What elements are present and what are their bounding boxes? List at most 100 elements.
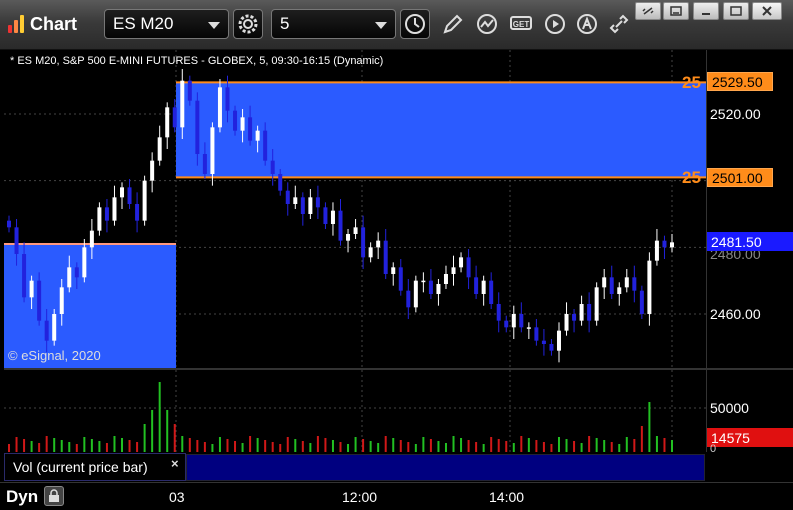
close-button[interactable] <box>752 2 782 20</box>
minimize-icon[interactable] <box>669 5 683 17</box>
price-axis[interactable]: 2529.50 2520.00 2501.00 2480.00 2481.50 … <box>706 50 793 368</box>
alert-icon[interactable] <box>575 12 599 36</box>
restore-icon[interactable] <box>699 5 713 17</box>
symbol-combobox[interactable]: ES M20 <box>104 9 229 39</box>
settings-button[interactable] <box>233 9 263 39</box>
alert-button[interactable] <box>572 9 602 39</box>
chart-toolbar: Chart ES M20 5 GET <box>0 0 793 50</box>
level-price-badge-upper: 2529.50 <box>707 72 773 91</box>
app-title: Chart <box>8 12 77 36</box>
minimize-button[interactable] <box>663 2 689 20</box>
svg-text:GET: GET <box>513 20 530 29</box>
candle-body <box>323 207 328 224</box>
volume-bar <box>294 439 297 452</box>
candle-body <box>346 234 351 241</box>
chart-app-icon <box>8 15 26 33</box>
candle-body <box>474 277 479 294</box>
study-icon[interactable] <box>475 12 499 36</box>
time-tick-1400: 14:00 <box>489 489 525 505</box>
candle-body <box>44 320 49 341</box>
volume-bar <box>83 437 86 452</box>
clock-icon[interactable] <box>403 12 427 36</box>
time-axis[interactable]: Dyn 03 12:00 14:00 <box>0 482 793 510</box>
candle-body <box>217 87 222 128</box>
volume-bar <box>279 444 282 452</box>
candle-body <box>165 107 170 138</box>
link-chain-icon[interactable] <box>641 5 655 17</box>
candle-body <box>315 197 320 208</box>
volume-bar <box>309 443 312 452</box>
app-title-text: Chart <box>30 13 78 34</box>
candle-body <box>519 314 524 328</box>
draw-button[interactable] <box>438 9 468 39</box>
time-button[interactable] <box>400 9 430 39</box>
volume-bar <box>550 444 553 452</box>
remove-study-button[interactable]: × <box>171 456 179 471</box>
level-tag-lower[interactable]: 25 <box>682 168 701 188</box>
replay-button[interactable] <box>540 9 570 39</box>
volume-bar <box>505 441 508 452</box>
volume-bar <box>640 426 643 452</box>
candle-body <box>421 280 426 283</box>
volume-bar <box>580 443 583 452</box>
interval-value[interactable]: 5 <box>280 14 289 34</box>
volume-bar <box>316 436 319 452</box>
candle-body <box>617 287 622 294</box>
close-icon[interactable] <box>760 5 774 17</box>
link-button[interactable] <box>604 9 634 39</box>
maximize-button[interactable] <box>723 2 749 20</box>
get-data-button[interactable]: GET <box>506 9 536 39</box>
volume-bar <box>527 438 530 452</box>
candle-body <box>647 260 652 314</box>
volume-bar <box>23 439 26 452</box>
candle-body <box>481 280 486 294</box>
play-icon[interactable] <box>543 12 567 36</box>
lock-icon[interactable] <box>44 486 64 506</box>
level-price-badge-lower: 2501.00 <box>707 168 773 187</box>
candle-body <box>391 267 396 274</box>
candle-body <box>233 110 238 131</box>
volume-label-strip <box>186 454 705 481</box>
restore-button[interactable] <box>693 2 719 20</box>
candle-body <box>526 327 531 329</box>
price-tick-2460: 2460.00 <box>710 306 761 322</box>
volume-bar <box>226 439 229 452</box>
volume-bar <box>203 442 206 452</box>
volume-bar <box>399 440 402 452</box>
get-icon[interactable]: GET <box>509 12 533 36</box>
volume-pane[interactable] <box>4 370 706 452</box>
maximize-icon[interactable] <box>729 5 743 17</box>
interval-combobox[interactable]: 5 <box>271 9 396 39</box>
volume-bar <box>339 442 342 452</box>
studies-button[interactable] <box>472 9 502 39</box>
volume-bar <box>557 437 560 452</box>
candle-body <box>428 280 433 294</box>
volume-bar <box>98 441 101 452</box>
dynamic-mode-label[interactable]: Dyn <box>6 487 38 507</box>
candle-body <box>624 277 629 288</box>
volume-study-label[interactable]: Vol (current price bar) <box>4 453 186 481</box>
link-icon[interactable] <box>607 12 631 36</box>
settings-icon[interactable] <box>236 12 260 36</box>
price-chart[interactable]: * ES M20, S&P 500 E-MINI FUTURES - GLOBE… <box>4 50 706 368</box>
volume-axis[interactable]: 50000 14575 0 <box>706 370 793 455</box>
volume-bar <box>460 438 463 452</box>
symbol-value[interactable]: ES M20 <box>113 14 173 34</box>
price-chart-svg[interactable] <box>4 50 706 368</box>
chevron-down-icon[interactable] <box>375 22 387 29</box>
volume-chart-svg[interactable] <box>4 370 706 452</box>
window-link-button[interactable] <box>635 2 661 20</box>
volume-bar <box>414 444 417 452</box>
candle-body <box>511 314 516 328</box>
candle-body <box>67 267 72 288</box>
level-tag-upper[interactable]: 25 <box>682 73 701 93</box>
volume-bar <box>663 438 666 452</box>
candle-body <box>187 80 192 101</box>
chevron-down-icon[interactable] <box>208 22 220 29</box>
volume-bar <box>68 442 71 452</box>
volume-bar <box>603 440 606 452</box>
volume-bar <box>324 438 327 452</box>
candle-body <box>338 210 343 241</box>
volume-bar <box>490 437 493 452</box>
pencil-icon[interactable] <box>441 12 465 36</box>
